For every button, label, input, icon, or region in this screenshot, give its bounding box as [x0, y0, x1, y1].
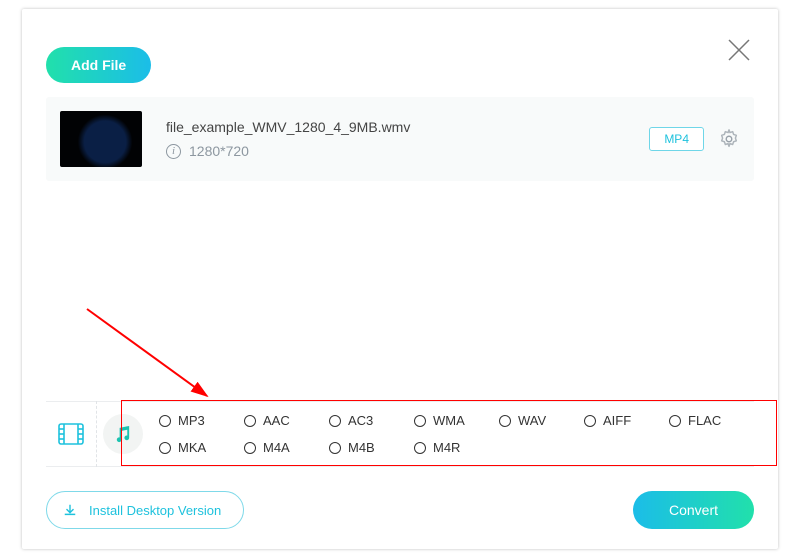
format-option-label: WMA	[433, 413, 465, 428]
file-item: file_example_WMV_1280_4_9MB.wmv i 1280*7…	[46, 97, 754, 181]
radio-icon	[329, 442, 341, 454]
annotation-arrow	[82, 304, 222, 409]
music-note-icon	[113, 425, 132, 444]
radio-icon	[414, 415, 426, 427]
video-formats-tab[interactable]	[46, 401, 97, 467]
close-icon	[724, 35, 754, 65]
format-option-label: M4A	[263, 440, 290, 455]
format-option-wma[interactable]: WMA	[414, 413, 499, 428]
format-option-label: M4R	[433, 440, 460, 455]
audio-format-grid: MP3 AAC AC3 WMA WAV AIFF FLAC MKA M4A M4B M4R	[149, 402, 754, 466]
format-panel: MP3 AAC AC3 WMA WAV AIFF FLAC MKA M4A M4B M4R	[46, 401, 754, 467]
format-option-label: WAV	[518, 413, 546, 428]
radio-icon	[584, 415, 596, 427]
radio-icon	[159, 415, 171, 427]
radio-icon	[414, 442, 426, 454]
format-option-m4b[interactable]: M4B	[329, 440, 414, 455]
format-option-label: MKA	[178, 440, 206, 455]
format-option-label: MP3	[178, 413, 205, 428]
radio-icon	[159, 442, 171, 454]
format-option-mka[interactable]: MKA	[159, 440, 244, 455]
audio-formats-tab[interactable]	[97, 401, 149, 467]
format-option-mp3[interactable]: MP3	[159, 413, 244, 428]
radio-icon	[244, 442, 256, 454]
format-option-aiff[interactable]: AIFF	[584, 413, 669, 428]
radio-icon	[499, 415, 511, 427]
install-desktop-label: Install Desktop Version	[89, 503, 221, 518]
convert-button[interactable]: Convert	[633, 491, 754, 529]
gear-icon	[718, 128, 740, 150]
file-resolution: 1280*720	[189, 143, 249, 159]
file-metadata: file_example_WMV_1280_4_9MB.wmv i 1280*7…	[166, 119, 649, 159]
file-thumbnail[interactable]	[60, 111, 142, 167]
format-option-wav[interactable]: WAV	[499, 413, 584, 428]
film-strip-icon	[58, 423, 84, 445]
add-file-button[interactable]: Add File	[46, 47, 151, 83]
footer-bar: Install Desktop Version Convert	[46, 491, 754, 529]
file-name: file_example_WMV_1280_4_9MB.wmv	[166, 119, 649, 135]
radio-icon	[329, 415, 341, 427]
radio-icon	[669, 415, 681, 427]
format-option-label: FLAC	[688, 413, 721, 428]
close-button[interactable]	[724, 35, 754, 65]
format-option-m4a[interactable]: M4A	[244, 440, 329, 455]
app-window: Add File file_example_WMV_1280_4_9MB.wmv…	[22, 9, 778, 549]
format-option-label: M4B	[348, 440, 375, 455]
install-desktop-button[interactable]: Install Desktop Version	[46, 491, 244, 529]
format-option-label: AIFF	[603, 413, 631, 428]
format-option-aac[interactable]: AAC	[244, 413, 329, 428]
download-icon	[63, 503, 77, 517]
format-option-flac[interactable]: FLAC	[669, 413, 754, 428]
format-option-label: AAC	[263, 413, 290, 428]
format-option-m4r[interactable]: M4R	[414, 440, 499, 455]
info-icon[interactable]: i	[166, 144, 181, 159]
output-format-badge[interactable]: MP4	[649, 127, 704, 151]
radio-icon	[244, 415, 256, 427]
format-option-ac3[interactable]: AC3	[329, 413, 414, 428]
format-option-label: AC3	[348, 413, 373, 428]
settings-button[interactable]	[718, 128, 740, 150]
